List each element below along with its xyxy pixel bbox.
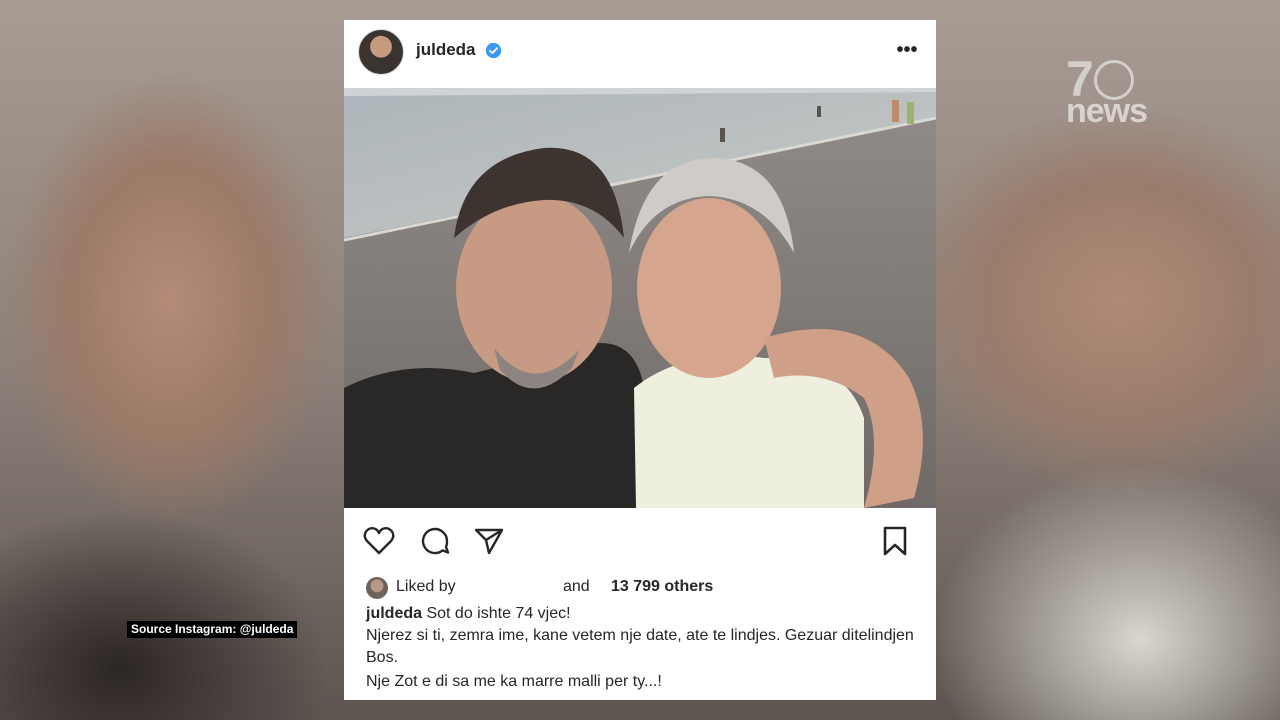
post-photo (344, 88, 936, 508)
liked-by-label: Liked by (396, 578, 456, 595)
caption-line-2: Njerez si ti, zemra ime, kane vetem nje … (366, 627, 914, 666)
liker-avatar[interactable] (366, 577, 388, 599)
post-header: juldeda ••• (344, 20, 936, 88)
likes-row: Liked by and 13 799 others (366, 576, 926, 600)
more-dots-icon[interactable]: ••• (892, 38, 922, 62)
send-icon[interactable] (472, 524, 506, 558)
liked-and-label: and (563, 578, 590, 595)
instagram-post: juldeda ••• Liked by and 13 799 others j… (344, 20, 936, 700)
comment-icon[interactable] (418, 524, 452, 558)
likes-count[interactable]: 13 799 others (611, 578, 713, 596)
bookmark-icon[interactable] (878, 524, 912, 558)
heart-icon[interactable] (362, 524, 396, 558)
post-username[interactable]: juldeda (416, 40, 476, 60)
redacted-liker-name (488, 578, 563, 598)
caption-username[interactable]: juldeda (366, 605, 422, 622)
caption-line-1: Sot do ishte 74 vjec! (426, 605, 571, 622)
post-actions (344, 524, 936, 564)
channel-logo: 7 news (1066, 51, 1176, 130)
post-caption: juldeda Sot do ishte 74 vjec! Njerez si … (366, 603, 926, 693)
avatar[interactable] (358, 29, 404, 75)
background-shadow (0, 430, 340, 720)
caption-line-3: Nje Zot e di sa me ka marre malli per ty… (366, 673, 662, 690)
verified-badge-icon (485, 42, 502, 59)
logo-word: news (1066, 92, 1148, 130)
source-caption: Source Instagram: @juldeda (127, 621, 298, 638)
background-highlight (940, 380, 1280, 720)
